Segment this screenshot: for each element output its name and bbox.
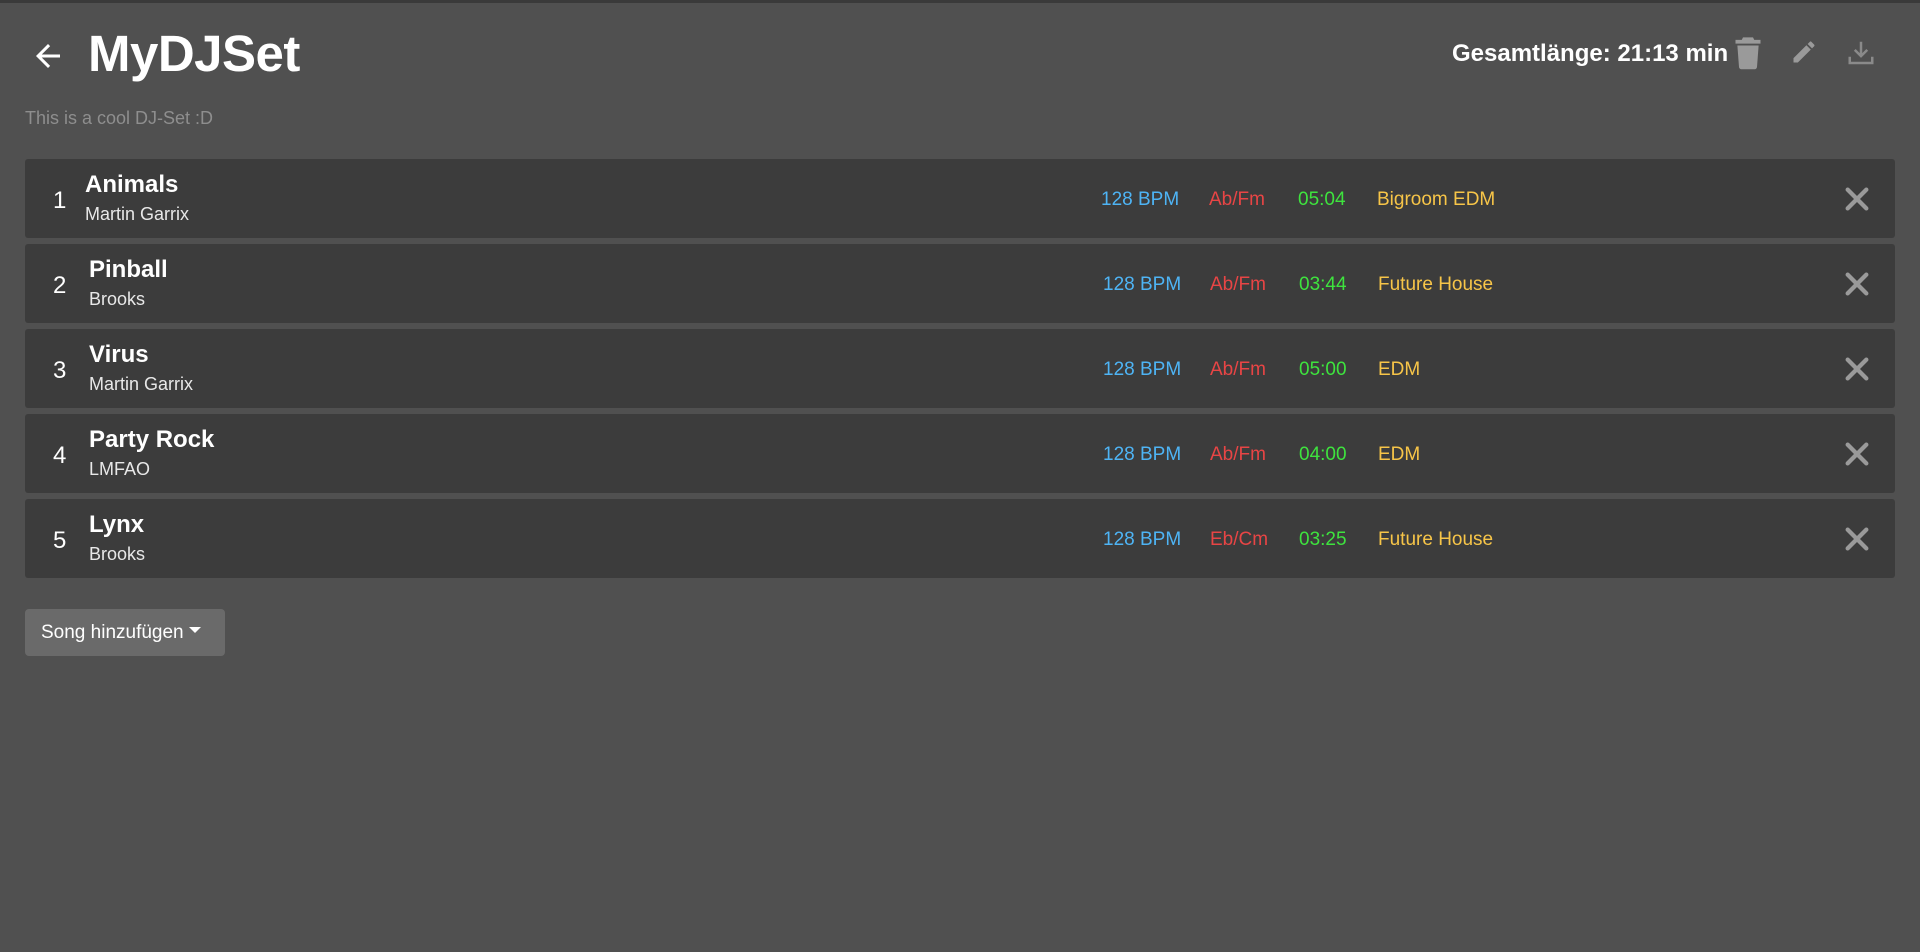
- song-title: Animals: [85, 171, 179, 198]
- song-number: 5: [53, 527, 67, 554]
- close-icon: [1845, 357, 1869, 381]
- remove-song-button[interactable]: [1841, 523, 1873, 555]
- edit-set-button[interactable]: [1790, 38, 1820, 68]
- song-length: 05:04: [1298, 189, 1346, 210]
- song-row[interactable]: 1 Animals Martin Garrix 128 BPM Ab/Fm 05…: [25, 159, 1895, 238]
- song-title: Lynx: [89, 511, 145, 538]
- song-length: 03:25: [1299, 529, 1347, 550]
- song-genre: EDM: [1378, 359, 1421, 380]
- song-row[interactable]: 3 Virus Martin Garrix 128 BPM Ab/Fm 05:0…: [25, 329, 1895, 408]
- song-row[interactable]: 2 Pinball Brooks 128 BPM Ab/Fm 03:44 Fut…: [25, 244, 1895, 323]
- song-number: 2: [53, 272, 67, 299]
- song-genre: Future House: [1378, 529, 1494, 550]
- song-artist: Martin Garrix: [85, 204, 190, 224]
- song-length: 05:00: [1299, 359, 1347, 380]
- song-title: Party Rock: [89, 426, 215, 453]
- page-header: MyDJSet This is a cool DJ-Set :D Gesamtl…: [0, 0, 1920, 128]
- song-number: 3: [53, 357, 67, 384]
- caret-down-icon: [188, 627, 201, 634]
- remove-song-button[interactable]: [1841, 353, 1873, 385]
- song-key: Ab/Fm: [1210, 274, 1266, 295]
- back-button[interactable]: [30, 38, 66, 74]
- song-genre: Bigroom EDM: [1377, 189, 1496, 210]
- song-bpm: 128 BPM: [1103, 359, 1182, 380]
- remove-song-button[interactable]: [1841, 268, 1873, 300]
- add-song-label: Song hinzufügen: [41, 621, 184, 643]
- song-artist: Martin Garrix: [89, 374, 194, 394]
- trash-icon: [1735, 37, 1761, 70]
- song-row[interactable]: 5 Lynx Brooks 128 BPM Eb/Cm 03:25 Future…: [25, 499, 1895, 578]
- download-icon: [1848, 41, 1874, 65]
- song-bpm: 128 BPM: [1103, 444, 1182, 465]
- remove-song-button[interactable]: [1841, 438, 1873, 470]
- song-artist: LMFAO: [89, 459, 151, 479]
- arrow-left-icon: [36, 44, 60, 68]
- close-icon: [1845, 272, 1869, 296]
- song-key: Ab/Fm: [1210, 359, 1266, 380]
- song-bpm: 128 BPM: [1103, 274, 1182, 295]
- song-title: Virus: [89, 341, 149, 368]
- set-description: This is a cool DJ-Set :D: [25, 108, 214, 128]
- song-number: 1: [53, 187, 67, 214]
- close-icon: [1845, 527, 1869, 551]
- pencil-icon: [1793, 41, 1815, 63]
- remove-song-button[interactable]: [1841, 183, 1873, 215]
- song-genre: EDM: [1378, 444, 1421, 465]
- song-bpm: 128 BPM: [1103, 529, 1182, 550]
- song-row[interactable]: 4 Party Rock LMFAO 128 BPM Ab/Fm 04:00 E…: [25, 414, 1895, 493]
- song-length: 03:44: [1299, 274, 1347, 295]
- song-artist: Brooks: [89, 289, 146, 309]
- song-bpm: 128 BPM: [1101, 189, 1180, 210]
- song-list: 1 Animals Martin Garrix 128 BPM Ab/Fm 05…: [25, 159, 1895, 584]
- close-icon: [1845, 442, 1869, 466]
- song-key: Ab/Fm: [1210, 444, 1266, 465]
- song-genre: Future House: [1378, 274, 1494, 295]
- song-number: 4: [53, 442, 67, 469]
- song-title: Pinball: [89, 256, 168, 283]
- song-key: Ab/Fm: [1209, 189, 1265, 210]
- download-set-button[interactable]: [1846, 38, 1876, 68]
- delete-set-button[interactable]: [1733, 36, 1763, 70]
- page-title: MyDJSet: [88, 25, 300, 82]
- song-length: 04:00: [1299, 444, 1347, 465]
- song-key: Eb/Cm: [1210, 529, 1269, 550]
- add-song-dropdown-button[interactable]: Song hinzufügen: [25, 609, 225, 656]
- total-length: Gesamtlänge: 21:13 min: [1452, 40, 1729, 67]
- close-icon: [1845, 187, 1869, 211]
- song-artist: Brooks: [89, 544, 146, 564]
